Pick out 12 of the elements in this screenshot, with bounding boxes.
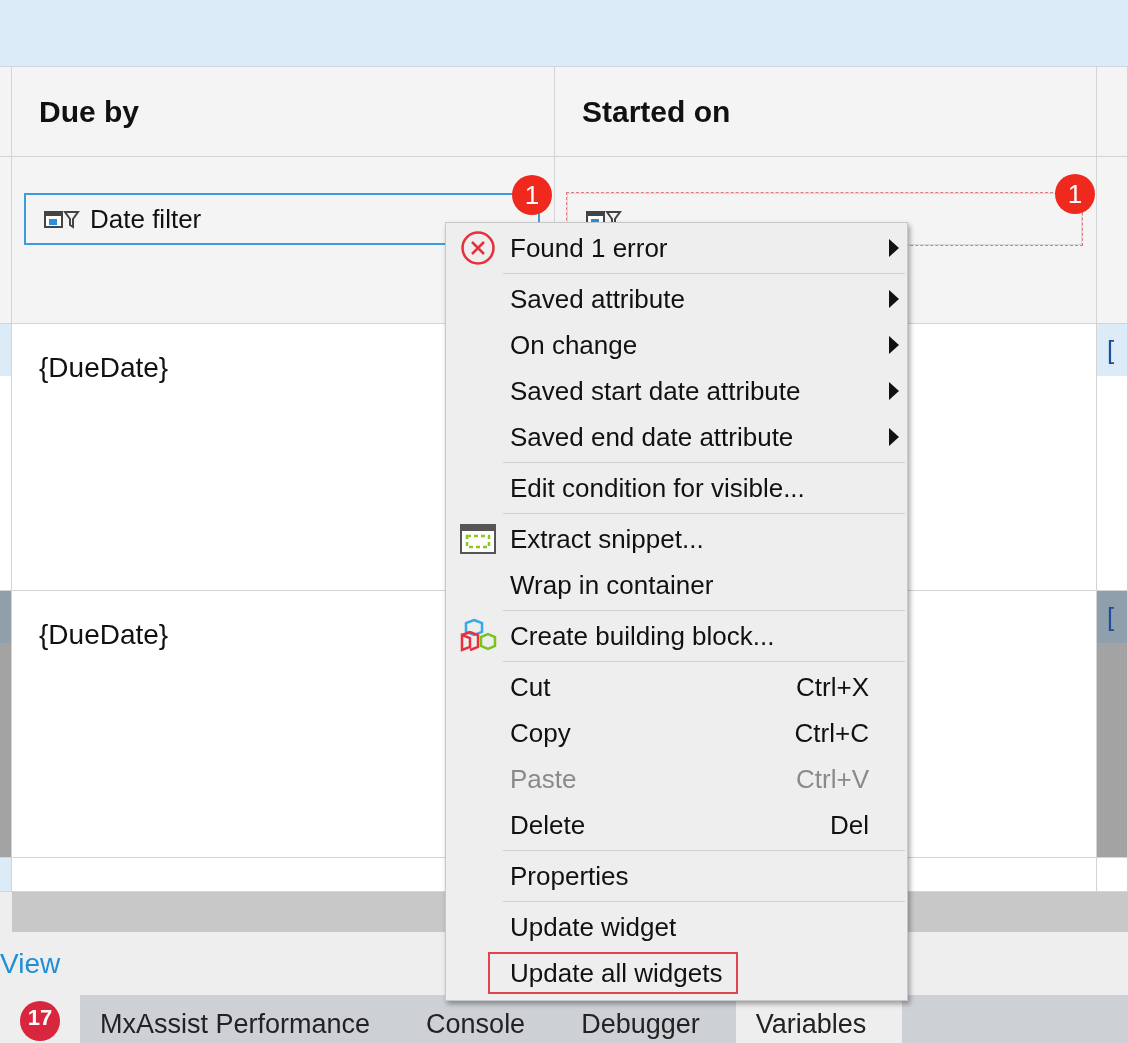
cell-label: [: [1097, 591, 1127, 643]
filter-label: Date filter: [90, 203, 202, 235]
column-header: Due by: [12, 67, 555, 157]
error-count-badge: 1: [512, 175, 552, 215]
column-header: Started on: [555, 67, 1097, 157]
shortcut-label: Del: [830, 809, 870, 841]
cell-label: [: [1097, 324, 1127, 376]
shortcut-label: Ctrl+C: [794, 717, 870, 749]
shortcut-label: Ctrl+V: [796, 763, 870, 795]
shortcut-label: Ctrl+X: [796, 671, 870, 703]
count-badge: 17: [20, 1001, 60, 1041]
error-count-badge: 1: [1055, 174, 1095, 214]
